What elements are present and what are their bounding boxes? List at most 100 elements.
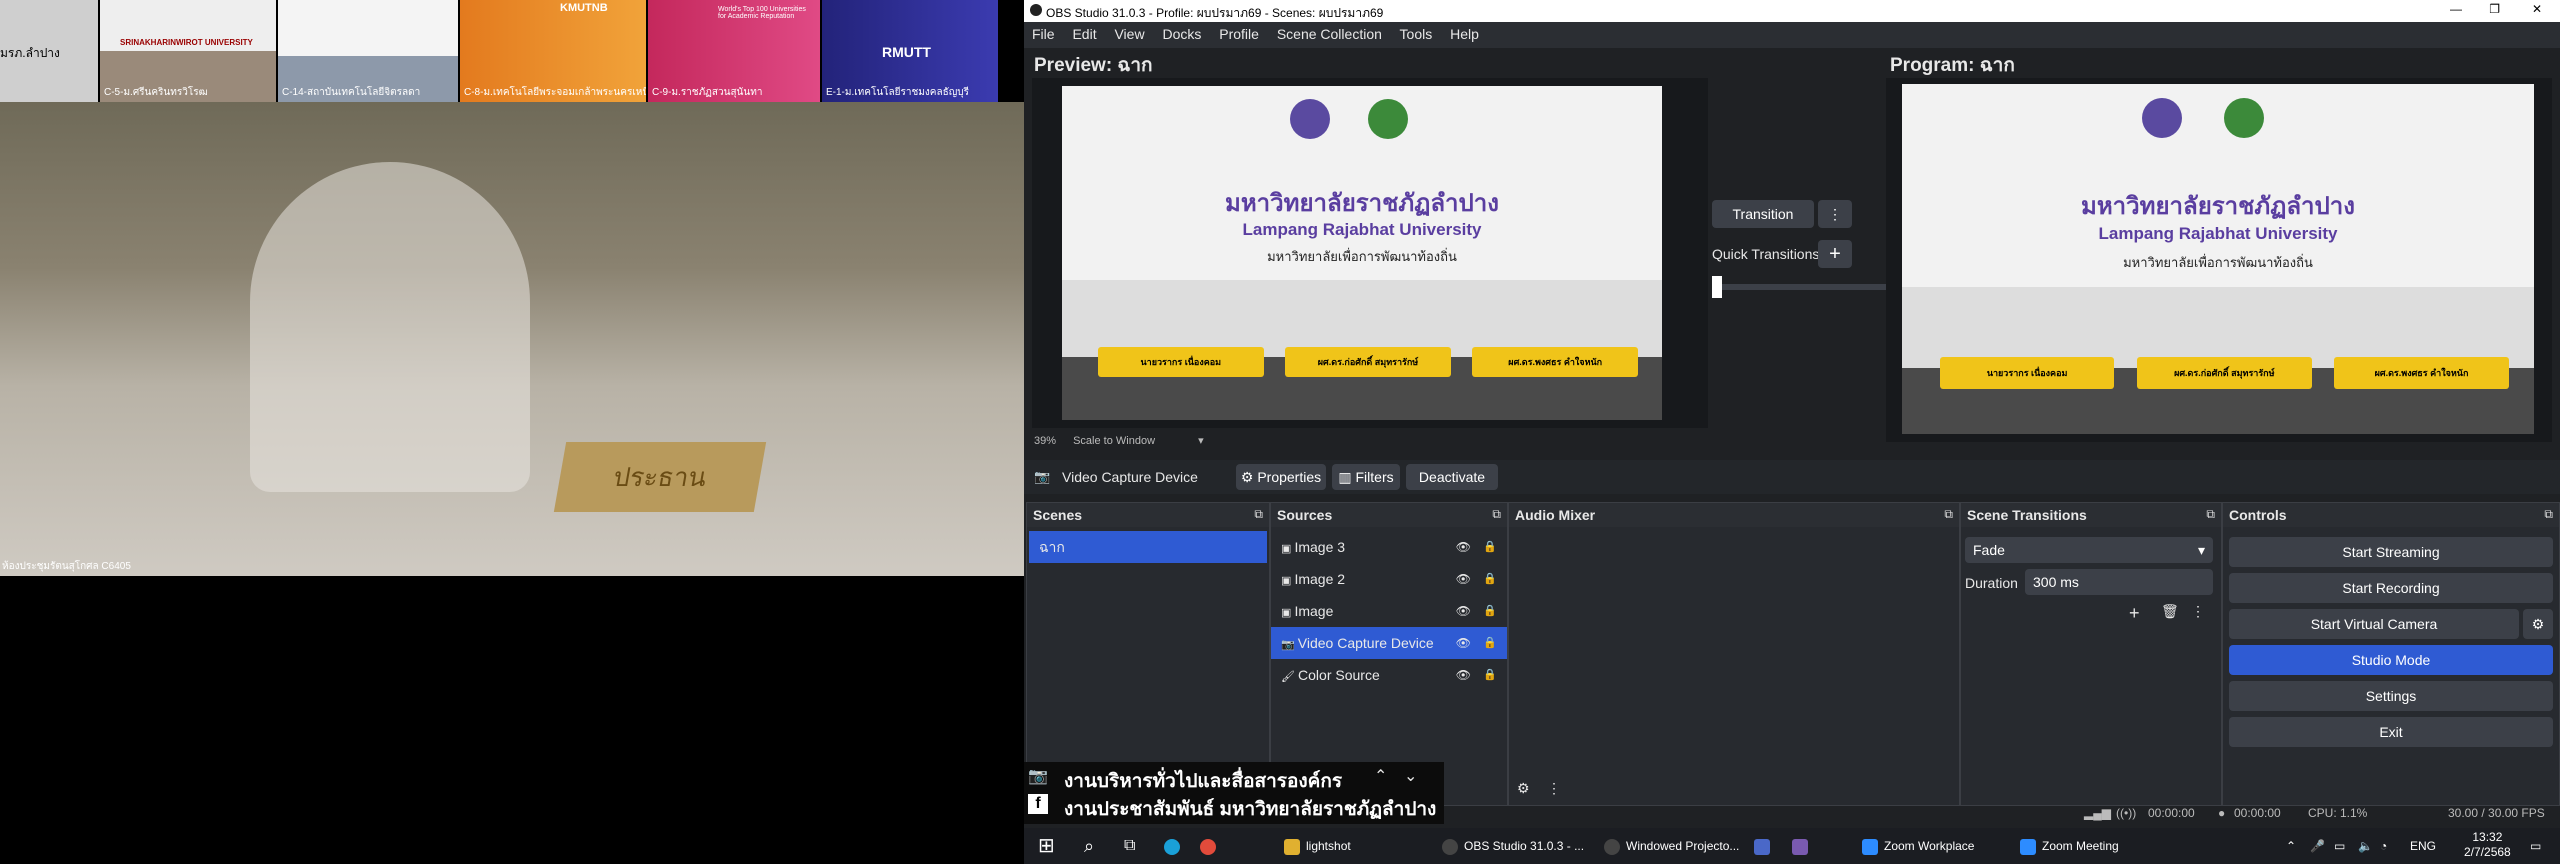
minimize-icon[interactable]: — (2450, 2, 2462, 16)
studio-mode-button[interactable]: Studio Mode (2229, 645, 2553, 675)
visibility-eye-icon[interactable]: 👁 (1456, 659, 1471, 691)
properties-label: Properties (1257, 469, 1322, 485)
virtual-camera-gear-icon[interactable]: ⚙ (2523, 609, 2553, 639)
transition-slider-handle[interactable] (1712, 276, 1722, 298)
tray-chevron-icon[interactable]: ⌃ (2286, 828, 2296, 864)
lock-icon[interactable]: 🔒 (1483, 563, 1497, 595)
visibility-eye-icon[interactable]: 👁 (1456, 627, 1471, 659)
taskbar-item-projector[interactable]: Windowed Projecto... (1604, 828, 1739, 864)
exit-button[interactable]: Exit (2229, 717, 2553, 747)
clock[interactable]: 13:32 2/7/2568 (2464, 830, 2511, 860)
network-icon[interactable]: ◔ (2380, 828, 2387, 864)
scenes-dock: Scenes ⧉ ฉาก (1026, 502, 1270, 806)
duration-field[interactable]: 300 ms (2025, 569, 2213, 595)
menu-help[interactable]: Help (1450, 26, 1479, 42)
university-emblem-icon (1368, 99, 1408, 140)
clock-date: 2/7/2568 (2464, 845, 2511, 859)
scale-select[interactable]: Scale to Window (1073, 435, 1155, 447)
notification-icon[interactable]: ▭ (2530, 828, 2541, 864)
main-speaker-video: ประธาน ห้องประชุมรัตนสุโกศล C6405 (0, 102, 1024, 576)
undock-icon[interactable]: ⧉ (2544, 507, 2553, 522)
participant-label: มรภ.ลำปาง (0, 46, 60, 60)
menu-tools[interactable]: Tools (1400, 26, 1433, 42)
task-view-icon[interactable]: ⧉ (1124, 828, 1135, 864)
menu-edit[interactable]: Edit (1072, 26, 1096, 42)
folder-icon (1284, 838, 1300, 855)
source-item[interactable]: ▣ Image 👁 🔒 (1271, 595, 1507, 627)
scene-item[interactable]: ฉาก (1029, 531, 1267, 563)
menu-profile[interactable]: Profile (1219, 26, 1259, 42)
menu-view[interactable]: View (1114, 26, 1144, 42)
gear-icon: ⚙ (1240, 469, 1254, 485)
visibility-eye-icon[interactable]: 👁 (1456, 563, 1471, 595)
add-icon[interactable]: + (1818, 240, 1852, 268)
zoom-icon (2020, 838, 2036, 855)
taskbar-item-zoom-workplace[interactable]: Zoom Workplace (1862, 828, 1974, 864)
transition-slider[interactable] (1714, 284, 1896, 290)
source-item[interactable]: ▣ Image 3 👁 🔒 (1271, 531, 1507, 563)
source-item[interactable]: 🖌 Color Source 👁 🔒 (1271, 659, 1507, 691)
deactivate-button[interactable]: Deactivate (1406, 464, 1498, 490)
filters-button[interactable]: ▥ Filters (1332, 464, 1400, 490)
app-icon[interactable] (1792, 828, 1814, 864)
lock-icon[interactable]: 🔒 (1483, 531, 1497, 563)
undock-icon[interactable]: ⧉ (1254, 507, 1263, 522)
source-item[interactable]: 📷 Video Capture Device 👁 🔒 (1271, 627, 1507, 659)
properties-button[interactable]: ⚙ Properties (1236, 464, 1326, 490)
participant-thumb[interactable]: C-14-สถาบันเทคโนโลยีจิตรลดา (278, 0, 458, 102)
start-recording-button[interactable]: Start Recording (2229, 573, 2553, 603)
transition-button[interactable]: Transition (1712, 200, 1814, 228)
transition-options-icon[interactable]: ⋮ (2191, 603, 2205, 620)
settings-button[interactable]: Settings (2229, 681, 2553, 711)
participant-thumb[interactable]: มรภ.ลำปาง (0, 0, 98, 102)
transition-menu-icon[interactable]: ⋮ (1818, 200, 1852, 228)
windows-start-icon[interactable]: ⊞ (1038, 828, 1055, 864)
lock-icon[interactable]: 🔒 (1483, 595, 1497, 627)
search-icon[interactable]: ⌕ (1084, 828, 1094, 864)
participant-thumb[interactable]: SRINAKHARINWIROT UNIVERSITY C-5-ม.ศรีนคร… (100, 0, 276, 102)
battery-icon[interactable]: ▭ (2334, 828, 2345, 864)
menu-docks[interactable]: Docks (1162, 26, 1201, 42)
speaker-figure (250, 162, 530, 492)
lock-icon[interactable]: 🔒 (1483, 627, 1497, 659)
menu-file[interactable]: File (1032, 26, 1055, 42)
undock-icon[interactable]: ⧉ (1492, 507, 1501, 522)
close-icon[interactable]: ✕ (2532, 2, 2542, 16)
participant-thumb[interactable]: RMUTT E-1-ม.เทคโนโลยีราชมงคลธัญบุรี (822, 0, 998, 102)
menu-scene-collection[interactable]: Scene Collection (1277, 26, 1382, 42)
source-item[interactable]: ▣ Image 2 👁 🔒 (1271, 563, 1507, 595)
preview-area[interactable]: มหาวิทยาลัยราชภัฏลำปาง Lampang Rajabhat … (1032, 78, 1708, 428)
participant-thumb[interactable]: World's Top 100 Universities for Academi… (648, 0, 820, 102)
taskbar-item-lightshot[interactable]: lightshot (1284, 828, 1351, 864)
chevron-up-icon[interactable]: ⌃ (1374, 766, 1387, 786)
volume-icon[interactable]: 🔈 (2358, 828, 2373, 864)
visibility-eye-icon[interactable]: 👁 (1456, 531, 1471, 563)
obs-logo-icon (1030, 4, 1042, 16)
participant-caption: C-8-ม.เทคโนโลยีพระจอมเกล้าพระนครเหนือ (464, 87, 646, 98)
start-virtual-camera-button[interactable]: Start Virtual Camera (2229, 609, 2519, 639)
transition-type-select[interactable]: Fade ▾ (1965, 537, 2213, 563)
lock-icon[interactable]: 🔒 (1483, 659, 1497, 691)
visibility-eye-icon[interactable]: 👁 (1456, 595, 1471, 627)
advanced-audio-gear-icon[interactable]: ⚙ (1517, 780, 1530, 797)
undock-icon[interactable]: ⧉ (1944, 507, 1953, 522)
chrome-icon[interactable] (1200, 828, 1222, 864)
title-bar[interactable]: OBS Studio 31.0.3 - Profile: ผบปรมาภ69 -… (1024, 0, 2560, 22)
microphone-icon[interactable]: 🎤 (2310, 828, 2325, 864)
undock-icon[interactable]: ⧉ (2206, 507, 2215, 522)
app-icon[interactable] (1754, 828, 1776, 864)
audio-menu-icon[interactable]: ⋮ (1547, 780, 1561, 797)
edge-icon[interactable] (1164, 828, 1186, 864)
chevron-down-icon[interactable]: ▾ (1198, 435, 1204, 447)
taskbar-item-obs[interactable]: OBS Studio 31.0.3 - ... (1442, 828, 1584, 864)
taskbar-item-zoom-meeting[interactable]: Zoom Meeting (2020, 828, 2119, 864)
maximize-icon[interactable]: ❐ (2489, 2, 2500, 16)
add-transition-icon[interactable]: + (2129, 603, 2140, 624)
record-icon: ● (2218, 806, 2226, 820)
program-area: มหาวิทยาลัยราชภัฏลำปาง Lampang Rajabhat … (1886, 78, 2552, 442)
trash-icon[interactable]: 🗑 (2161, 603, 2179, 620)
chevron-down-icon[interactable]: ⌄ (1404, 766, 1417, 786)
participant-thumb[interactable]: KMUTNB C-8-ม.เทคโนโลยีพระจอมเกล้าพระนครเ… (460, 0, 646, 102)
start-streaming-button[interactable]: Start Streaming (2229, 537, 2553, 567)
language-indicator[interactable]: ENG (2410, 828, 2436, 864)
